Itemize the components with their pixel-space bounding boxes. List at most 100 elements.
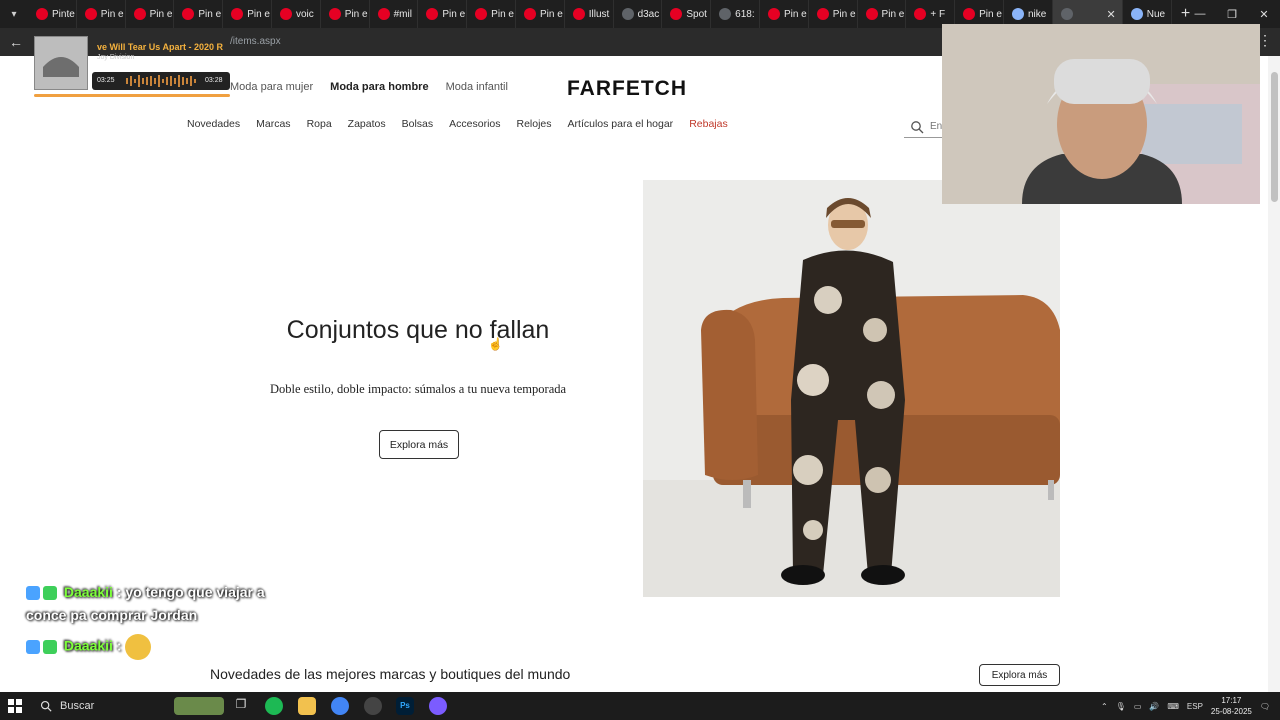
browser-tab[interactable]: #mil (370, 0, 419, 28)
url-text[interactable]: /items.aspx (230, 36, 281, 47)
nav-relojes[interactable]: Relojes (517, 118, 552, 130)
google-icon (1011, 8, 1024, 20)
pinterest-icon (914, 8, 927, 20)
system-tray: ⌃ 🎙 ▭ 🔊 ⌨ ESP 17:17 25-08-2025 🗨 (1101, 692, 1270, 720)
nav-men[interactable]: Moda para hombre (330, 81, 428, 93)
browser-tab[interactable]: Pin e (809, 0, 858, 28)
pinterest-icon (670, 8, 683, 20)
chrome-icon[interactable] (331, 697, 349, 715)
section-explore-button[interactable]: Explora más (979, 664, 1060, 686)
browser-tab[interactable]: voic (272, 0, 321, 28)
back-arrow-icon[interactable]: ← (6, 32, 26, 52)
pinterest-icon (231, 8, 244, 20)
browser-tab[interactable]: Pinte (28, 0, 77, 28)
obs-icon[interactable] (364, 697, 382, 715)
globe-icon (621, 8, 634, 20)
total-time: 03:28 (205, 77, 223, 84)
webcam-feed (942, 24, 1260, 204)
windows-start-icon[interactable] (8, 699, 22, 713)
pinterest-icon (377, 8, 390, 20)
pinterest-icon (36, 8, 48, 20)
now-playing-widget: ve Will Tear Us Apart - 2020 R Joy Divis… (34, 36, 230, 98)
pinterest-icon (133, 8, 146, 20)
webcam-image (942, 24, 1260, 204)
browser-tab[interactable]: Pin e (760, 0, 809, 28)
clock[interactable]: 17:17 25-08-2025 (1211, 695, 1252, 717)
nav-zapatos[interactable]: Zapatos (348, 118, 386, 130)
browser-tab[interactable]: Pin e (223, 0, 272, 28)
nav-novedades[interactable]: Novedades (187, 118, 240, 130)
model-on-sofa-image (643, 180, 1060, 597)
hero-explore-button[interactable]: Explora más (379, 430, 459, 459)
nav-accesorios[interactable]: Accesorios (449, 118, 500, 130)
browser-tab[interactable]: Illust (565, 0, 614, 28)
more-menu-icon[interactable]: ⋮ (1258, 32, 1272, 49)
browser-tab[interactable]: Spot (662, 0, 712, 28)
track-title: ve Will Tear Us Apart - 2020 R (97, 42, 223, 52)
gender-nav: Moda para mujer Moda para hombre Moda in… (230, 81, 508, 93)
category-nav: Novedades Marcas Ropa Zapatos Bolsas Acc… (187, 118, 728, 130)
search-icon (911, 120, 924, 133)
volume-icon[interactable]: 🔊 (1149, 702, 1159, 711)
mic-icon[interactable]: 🎙 (1116, 702, 1126, 711)
browser-tab[interactable]: Pin e (858, 0, 907, 28)
windows-taskbar: Buscar ❐ Ps ⌃ 🎙 ▭ 🔊 ⌨ ESP 17:17 25-08-20… (0, 692, 1280, 720)
chat-badge-icon (43, 640, 57, 654)
browser-tab[interactable]: d3ac (614, 0, 663, 28)
browser-tab[interactable]: Pin e (321, 0, 370, 28)
section-title: Novedades de las mejores marcas y boutiq… (210, 666, 571, 682)
browser-tab[interactable]: Pin e (467, 0, 516, 28)
language-indicator[interactable]: ESP (1187, 702, 1203, 711)
browser-tab[interactable]: Pin e (126, 0, 175, 28)
discord-icon[interactable] (429, 697, 447, 715)
track-artist: Joy Division (97, 54, 135, 61)
pinterest-icon (328, 8, 341, 20)
pinterest-icon (865, 8, 878, 20)
nav-marcas[interactable]: Marcas (256, 118, 290, 130)
track-progress (34, 94, 230, 97)
hero-image[interactable] (643, 180, 1060, 597)
keyboard-icon[interactable]: ⌨ (1167, 702, 1179, 711)
nav-rebajas[interactable]: Rebajas (689, 118, 728, 130)
chat-message: Daaakii : yo tengo que viajar a conce pa… (26, 584, 265, 623)
spotify-icon[interactable] (265, 697, 283, 715)
browser-tab[interactable]: Pin e (77, 0, 126, 28)
photoshop-icon[interactable]: Ps (396, 697, 414, 715)
pinterest-icon (816, 8, 829, 20)
notification-icon[interactable]: 🗨 (1260, 702, 1270, 711)
nav-kids[interactable]: Moda infantil (446, 81, 508, 93)
browser-tab[interactable]: Pin e (174, 0, 224, 28)
search-highlight-image (174, 697, 224, 715)
chat-badge-icon (26, 640, 40, 654)
farfetch-logo[interactable]: FARFETCH (567, 77, 687, 101)
globe-icon (719, 8, 732, 20)
browser-tab[interactable]: Pin e (516, 0, 565, 28)
chat-username: Daaakii (63, 637, 113, 654)
hero-subtitle: Doble estilo, doble impacto: súmalos a t… (269, 382, 567, 396)
chat-username: Daaakii (63, 584, 113, 600)
network-icon[interactable]: ▭ (1134, 702, 1142, 711)
pinterest-icon (84, 8, 97, 20)
scrollbar-thumb[interactable] (1271, 72, 1278, 202)
browser-tab[interactable]: Pin e (418, 0, 468, 28)
tab-list: Pinte Pin e Pin e Pin e Pin e voic Pin e #mil Pi… (28, 0, 1053, 28)
close-tab-icon[interactable]: ✕ (1107, 8, 1116, 21)
pinterest-icon (572, 8, 585, 20)
pinterest-icon (475, 8, 488, 20)
task-view-icon[interactable]: ❐ (232, 697, 250, 715)
nav-women[interactable]: Moda para mujer (230, 81, 313, 93)
pinterest-icon (523, 8, 536, 20)
nav-hogar[interactable]: Artículos para el hogar (568, 118, 674, 130)
album-cover-image (34, 36, 88, 90)
nav-bolsas[interactable]: Bolsas (402, 118, 434, 130)
tab-search-icon[interactable]: ▾ (0, 0, 28, 28)
chat-message: Daaakii : (26, 634, 286, 660)
file-explorer-icon[interactable] (298, 697, 316, 715)
crying-emoji-icon (125, 634, 152, 660)
pinterest-icon (426, 8, 439, 20)
loading-icon (1060, 8, 1073, 20)
chat-badge-icon (26, 586, 40, 601)
nav-ropa[interactable]: Ropa (307, 118, 332, 130)
browser-tab[interactable]: 618: (711, 0, 760, 28)
chevron-up-icon[interactable]: ⌃ (1101, 702, 1108, 711)
